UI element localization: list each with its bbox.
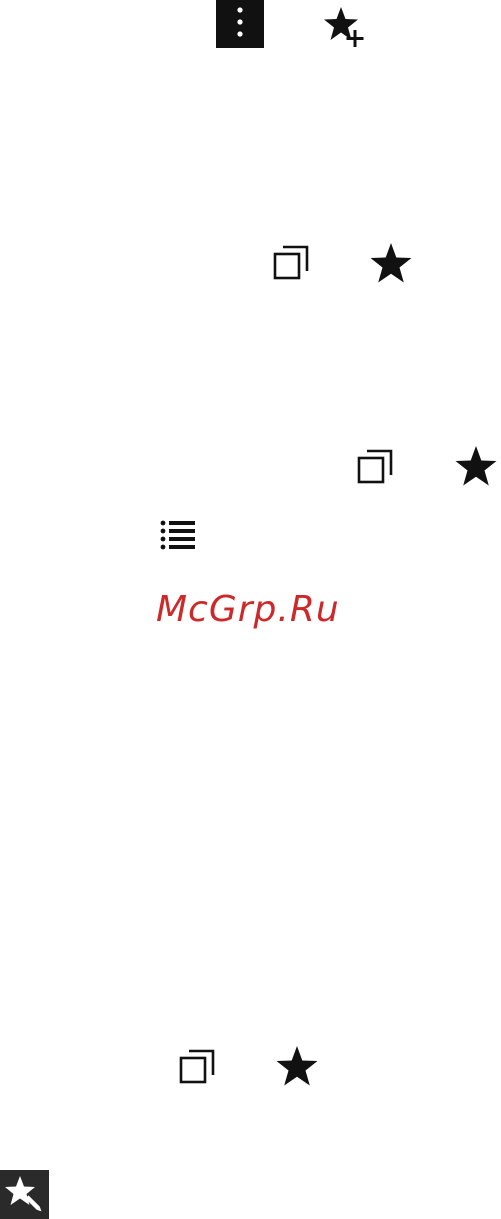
star-icon[interactable] [367,240,415,288]
watermark-logo: McGrp.Ru [156,589,340,630]
star-edit-icon[interactable] [0,1170,49,1219]
copy-icon[interactable] [176,1048,216,1088]
star-icon[interactable] [273,1043,321,1091]
more-vertical-icon[interactable] [216,0,264,48]
star-add-icon[interactable] [320,4,368,52]
star-icon[interactable] [452,443,500,491]
copy-icon[interactable] [270,244,310,284]
list-icon[interactable] [158,516,198,552]
copy-icon[interactable] [354,448,394,488]
